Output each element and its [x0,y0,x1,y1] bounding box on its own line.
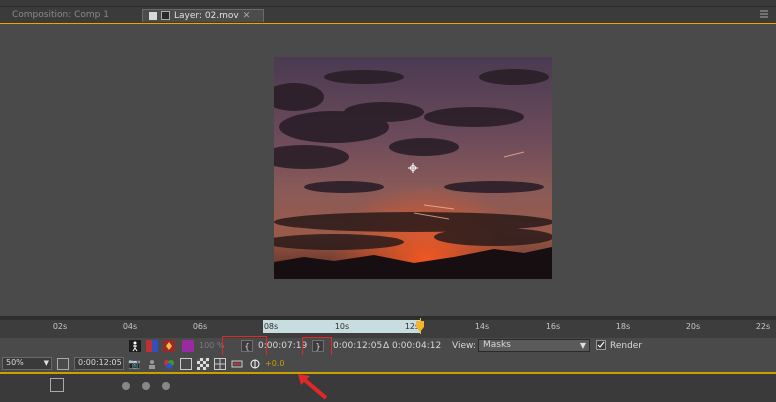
ruler-tick: 20s [685,322,701,331]
close-icon[interactable]: ✕ [243,11,251,21]
tab-composition-label: Composition: Comp 1 [12,10,109,20]
out-point-time[interactable]: 0:00:12:05 [333,341,382,351]
ruler-tick: 14s [474,322,490,331]
mask-toggle-icon[interactable] [231,358,243,370]
camera-icon[interactable]: 📷 [128,359,140,370]
snapshot-person-icon[interactable] [146,358,158,370]
set-out-point-button[interactable]: } [312,340,324,352]
ruler-tick: 18s [615,322,631,331]
footage-frame[interactable] [259,57,554,279]
person-icon[interactable] [129,340,141,352]
chevron-down-icon: ▼ [579,341,586,350]
annotation-arrow-icon [298,374,328,400]
panel-menu-icon[interactable] [161,11,170,20]
transparency-grid-icon[interactable] [163,340,175,352]
color-swatch-icon[interactable] [182,340,194,352]
ruler-tick: 02s [52,322,68,331]
duration-value: Δ 0:00:04:12 [383,341,442,351]
in-point-time[interactable]: 0:00:07:19 [258,341,307,351]
window-top-strip [0,0,776,7]
ruler-tick: 06s [192,322,208,331]
view-dropdown-value: Masks [483,340,511,350]
ruler-tick: 08s [263,322,279,331]
channel-icon[interactable] [146,340,158,352]
tab-composition[interactable]: Composition: Comp 1 [6,9,136,22]
set-in-point-button[interactable]: { [241,340,253,352]
render-checkbox[interactable] [596,340,606,350]
transparency-grid-icon[interactable] [197,358,209,370]
zoom-dropdown[interactable]: 50% ▼ [2,357,52,370]
opacity-value[interactable]: 100 % [199,341,224,350]
ruler-tick: 04s [122,322,138,331]
view-label: View: [452,341,476,351]
panel-options-icon[interactable] [760,10,768,18]
panel-tab-bar: Composition: Comp 1 Layer: 02.mov ✕ [0,7,776,24]
tab-layer[interactable]: Layer: 02.mov ✕ [142,9,264,22]
color-channels-icon[interactable] [163,358,175,370]
region-of-interest-icon[interactable] [180,358,192,370]
bottom-icons [120,378,180,392]
view-dropdown[interactable]: Masks ▼ [478,339,590,352]
exposure-value[interactable]: +0.0 [265,359,284,368]
chevron-down-icon: ▼ [43,359,49,367]
safe-margins-icon[interactable] [57,358,69,370]
ruler-tick: 10s [334,322,350,331]
zoom-value: 50% [6,358,24,367]
tab-layer-label: Layer: 02.mov [174,11,239,21]
ruler-tick: 22s [755,322,771,331]
current-time-value: 0:00:12:05 [78,358,122,367]
grid-icon[interactable] [214,358,226,370]
bottom-panel-strip [0,372,776,402]
lock-icon[interactable] [149,11,157,20]
render-label: Render [610,341,643,351]
ruler-tick: 16s [545,322,561,331]
exposure-icon[interactable] [249,358,261,370]
toggle-switch-icon[interactable] [50,378,64,392]
current-time-field[interactable]: 0:00:12:05 [74,357,124,370]
